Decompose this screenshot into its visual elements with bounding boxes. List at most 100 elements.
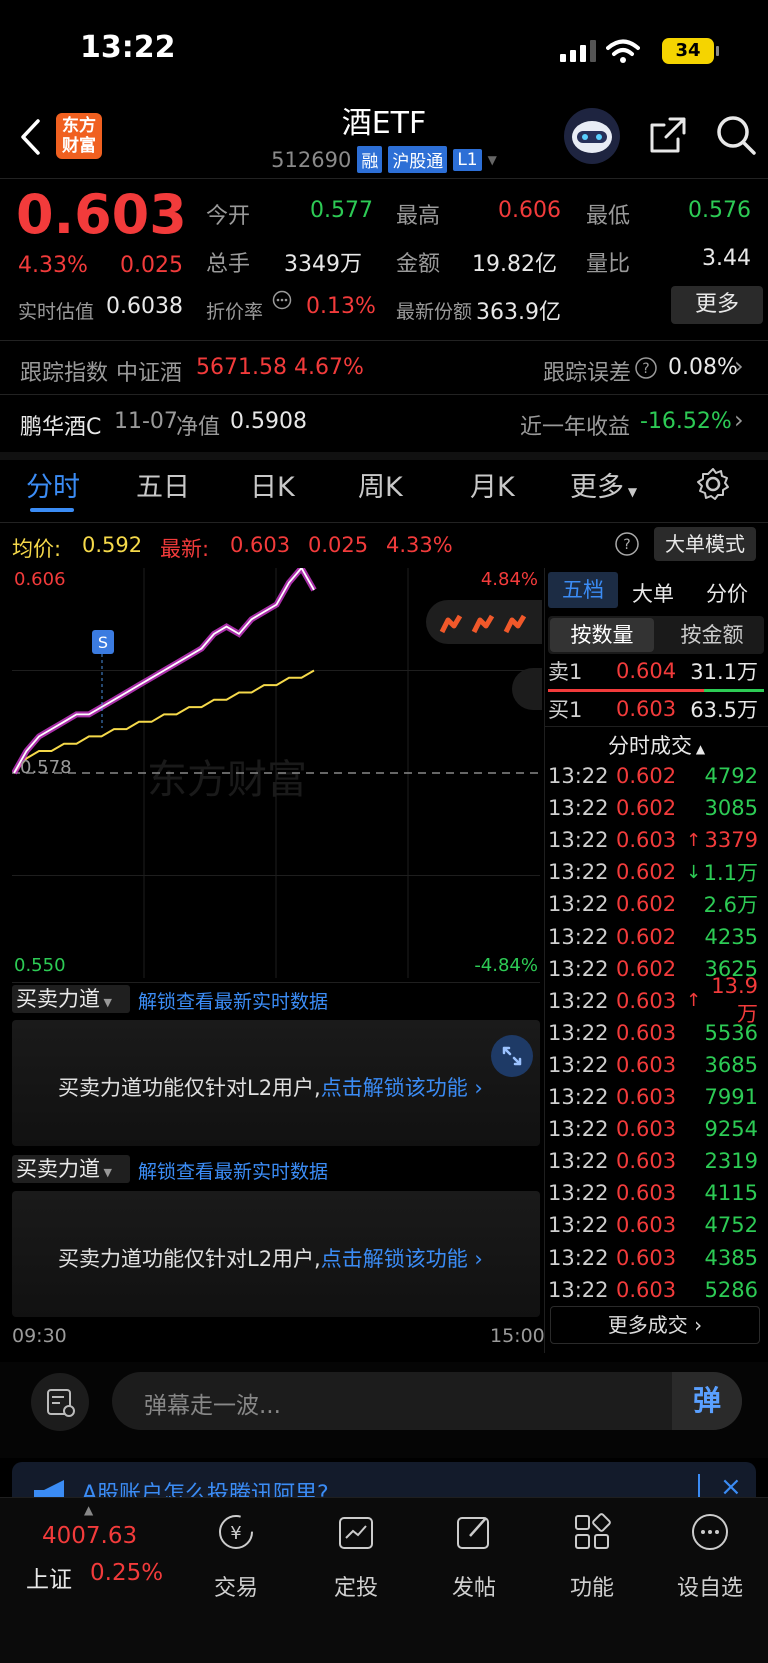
tab-price-distribution[interactable]: 分价 xyxy=(706,578,748,608)
y-bottom-label: 0.550 xyxy=(14,955,66,976)
chevron-right-icon[interactable]: › xyxy=(734,352,744,380)
help-icon[interactable]: ? xyxy=(614,531,640,557)
bid-volume: 63.5万 xyxy=(690,698,758,722)
avg-price-value: 0.592 xyxy=(82,533,143,557)
comment-input[interactable]: 弹幕走一波... 弹 xyxy=(112,1372,742,1430)
share-icon[interactable] xyxy=(648,115,688,155)
wifi-icon xyxy=(606,39,640,63)
trade-price: 0.602 xyxy=(616,796,677,821)
fund-date: 11-07 xyxy=(114,409,178,434)
trade-direction-icon: ↑ xyxy=(686,990,702,1012)
trade-time: 13:22 xyxy=(548,1181,609,1206)
level-tag: L1 xyxy=(453,148,482,171)
post-compose-icon[interactable] xyxy=(454,1512,494,1552)
ask-price: 0.604 xyxy=(616,659,677,683)
fund-return-label: 近一年收益 xyxy=(520,415,631,440)
more-trades-button[interactable]: 更多成交 › xyxy=(550,1306,760,1344)
trade-price: 0.603 xyxy=(616,1149,677,1174)
amount-value: 19.82亿 xyxy=(472,252,557,277)
trade-price: 0.603 xyxy=(616,1117,677,1142)
unlock-link[interactable]: 解锁查看最新实时数据 xyxy=(138,987,328,1014)
force-type-select[interactable]: 买卖力道 ▼ xyxy=(12,985,130,1013)
watchlist-add-icon[interactable] xyxy=(690,1512,730,1552)
bid-price: 0.603 xyxy=(616,697,677,721)
watermark: 东方财富 xyxy=(147,757,307,803)
nav-functions[interactable]: 功能 xyxy=(542,1570,642,1602)
tab-more[interactable]: 更多 ▼ xyxy=(570,465,637,504)
chevron-up-icon[interactable]: ▲ xyxy=(84,1503,93,1517)
robot-assistant-icon[interactable] xyxy=(563,107,621,165)
unlock-action-link[interactable]: 点击解锁该功能 xyxy=(321,1076,468,1100)
nav-add-watchlist[interactable]: 设自选 xyxy=(660,1570,760,1602)
settings-gear-icon[interactable] xyxy=(696,467,730,501)
ask-label: 卖1 xyxy=(548,660,583,684)
tab-daily-k[interactable]: 日K xyxy=(250,465,295,504)
big-order-mode-button[interactable]: 大单模式 xyxy=(654,527,756,561)
lock-message: 买卖力道功能仅针对L2用户,点击解锁该功能 › xyxy=(58,1076,483,1100)
index-value[interactable]: 4007.63 xyxy=(42,1523,137,1549)
trade-time: 13:22 xyxy=(548,828,609,853)
volume-value: 3349万 xyxy=(284,252,362,277)
index-percent[interactable]: 0.25% xyxy=(90,1560,163,1586)
index-name[interactable]: 上证 xyxy=(26,1560,72,1594)
locked-force-panel[interactable]: 买卖力道功能仅针对L2用户,点击解锁该功能 › xyxy=(12,1191,540,1317)
help-icon[interactable]: ? xyxy=(634,356,658,380)
trade-volume: 4752 xyxy=(704,1213,758,1238)
info-more-icon[interactable] xyxy=(272,290,292,310)
tab-big-order[interactable]: 大单 xyxy=(632,578,674,608)
trade-volume: 3685 xyxy=(704,1052,758,1077)
unlock-action-link[interactable]: 点击解锁该功能 xyxy=(321,1247,468,1271)
stock-code: 512690 xyxy=(271,147,352,172)
last-value: 0.603 xyxy=(230,533,291,557)
trade-volume: 2319 xyxy=(704,1149,758,1174)
flame-chart-icon xyxy=(439,614,527,634)
nav-post[interactable]: 发帖 xyxy=(424,1570,524,1602)
trade-volume: 9254 xyxy=(704,1117,758,1142)
tracking-error-value: 0.08% xyxy=(668,355,738,380)
functions-grid-icon[interactable] xyxy=(572,1512,612,1552)
force-panel-header: 买卖力道 ▼ 解锁查看最新实时数据 xyxy=(12,982,540,1014)
trade-row: 13:22 0.602 3085 xyxy=(548,792,764,824)
locked-force-panel[interactable]: 买卖力道功能仅针对L2用户,点击解锁该功能 › xyxy=(12,1020,540,1146)
trade-row: 13:22 0.602 ↓ 1.1万 xyxy=(548,856,764,888)
trade-time: 13:22 xyxy=(548,860,609,885)
volume-label: 总手 xyxy=(206,252,251,277)
nav-trade[interactable]: 交易 xyxy=(186,1570,286,1602)
trade-volume: 3085 xyxy=(704,796,758,821)
high-label: 最高 xyxy=(396,204,441,229)
trade-yen-icon[interactable]: ¥ xyxy=(216,1512,256,1552)
chevron-right-icon[interactable]: › xyxy=(734,406,744,434)
nav-investment-plan[interactable]: 定投 xyxy=(306,1570,406,1602)
more-button[interactable]: 更多 xyxy=(671,286,763,324)
tab-monthly-k[interactable]: 月K xyxy=(470,465,515,504)
force-type-select[interactable]: 买卖力道 ▼ xyxy=(12,1155,130,1183)
fund-return-value: -16.52% xyxy=(640,409,732,434)
bid-label: 买1 xyxy=(548,698,583,722)
trades-title[interactable]: 分时成交 ▲ xyxy=(608,730,705,760)
send-danmaku-button[interactable]: 弹 xyxy=(672,1372,742,1430)
tracking-index-name: 中证酒 xyxy=(116,361,183,386)
open-value: 0.577 xyxy=(310,198,373,223)
hot-trend-widget[interactable] xyxy=(426,600,542,644)
chevron-down-icon[interactable]: ▼ xyxy=(488,153,497,167)
tab-intraday[interactable]: 分时 xyxy=(26,465,80,504)
tracking-index-label: 跟踪指数 xyxy=(20,361,109,386)
tab-five-day[interactable]: 五日 xyxy=(136,465,190,504)
tab-weekly-k[interactable]: 周K xyxy=(358,465,403,504)
margin-tag: 融 xyxy=(357,146,383,173)
search-icon[interactable] xyxy=(714,113,758,157)
investment-plan-icon[interactable] xyxy=(336,1512,376,1552)
tracking-error-label: 跟踪误差 xyxy=(543,361,632,386)
unlock-link[interactable]: 解锁查看最新实时数据 xyxy=(138,1157,328,1184)
tab-five-level[interactable]: 五档 xyxy=(548,572,618,608)
bid-ask-ratio-bar xyxy=(548,689,764,692)
premium-value: 0.13% xyxy=(306,294,376,319)
trade-price: 0.603 xyxy=(616,988,677,1013)
by-quantity-button[interactable]: 按数量 xyxy=(550,618,654,652)
fund-name[interactable]: 鹏华酒C xyxy=(20,409,101,441)
danmaku-settings-icon[interactable] xyxy=(30,1372,90,1432)
marker-label: S xyxy=(98,633,108,652)
by-amount-button[interactable]: 按金额 xyxy=(660,618,764,652)
trade-price: 0.602 xyxy=(616,956,677,981)
expand-icon[interactable] xyxy=(490,1034,534,1078)
